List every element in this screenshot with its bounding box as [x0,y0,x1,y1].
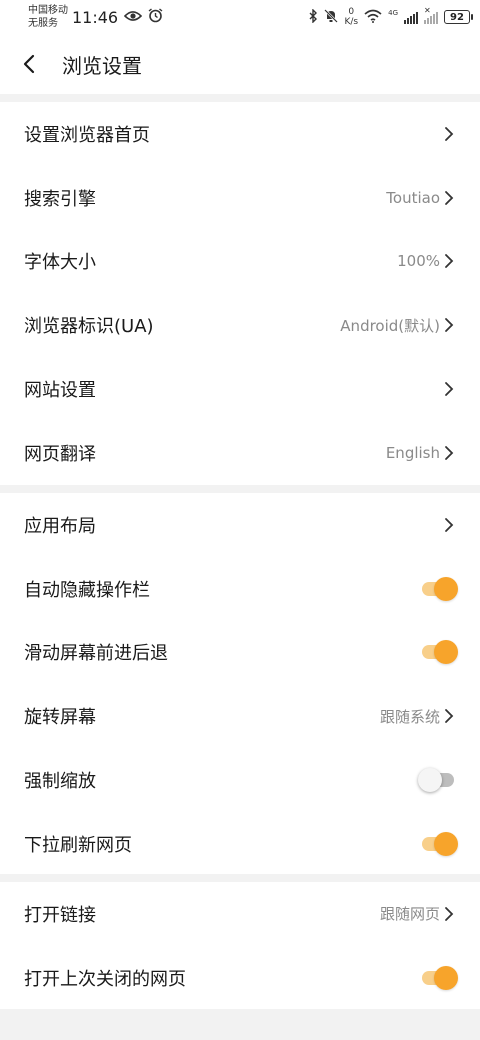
toggle-knob [418,768,442,793]
page-title: 浏览设置 [62,53,142,78]
network-type: 4G [388,9,398,17]
back-arrow-icon [23,54,35,74]
carrier-info: 中国移动 无服务 [28,4,70,30]
back-button[interactable] [2,34,58,94]
chevron-right-icon [444,445,456,461]
setting-row-restore-closed-page[interactable]: 打开上次关闭的网页 [0,946,480,1010]
setting-label: 自动隐藏操作栏 [24,579,150,601]
setting-value: 跟随网页 [379,905,440,924]
net-speed-unit: K/s [344,17,359,27]
setting-row-user-agent[interactable]: 浏览器标识(UA) Android(默认) [0,293,480,357]
signal-no-service-icon: ✕ [424,6,438,24]
setting-row-swipe-navigation[interactable]: 滑动屏幕前进后退 [0,621,480,685]
chevron-right-icon [444,906,456,922]
clock: 11:46 [72,7,119,27]
toggle-knob [434,965,458,990]
chevron-right-icon [444,317,456,333]
battery-icon: 92 [444,10,473,24]
setting-row-translate[interactable]: 网页翻译 English [0,421,480,485]
status-bar: 中国移动 无服务 11:46 0 K/s 4G ✕ 92 [0,0,480,34]
net-speed: 0 K/s [344,7,358,27]
setting-row-search-engine[interactable]: 搜索引擎 Toutiao [0,166,480,230]
app-header: 浏览设置 [0,34,480,94]
net-speed-value: 0 [348,7,355,17]
toggle-knob [434,640,458,665]
setting-label: 打开链接 [24,904,96,926]
chevron-right-icon [444,126,456,142]
toggle-knob [434,831,458,856]
wifi-icon [364,9,382,26]
mute-bell-icon [324,8,339,26]
setting-label: 打开上次关闭的网页 [24,968,186,990]
bluetooth-icon [308,7,318,26]
chevron-right-icon [444,190,456,206]
setting-label: 网页翻译 [24,443,96,465]
settings-section-links: 打开链接 跟随网页 打开上次关闭的网页 [0,882,480,1009]
force-zoom-toggle[interactable] [418,766,458,794]
setting-value: Toutiao [386,188,440,207]
setting-row-font-size[interactable]: 字体大小 100% [0,230,480,294]
setting-label: 应用布局 [24,515,96,537]
setting-value: 100% [397,252,440,271]
eye-icon [123,10,143,25]
setting-row-auto-hide-toolbar[interactable]: 自动隐藏操作栏 [0,557,480,621]
setting-row-app-layout[interactable]: 应用布局 [0,493,480,557]
setting-row-pull-to-refresh[interactable]: 下拉刷新网页 [0,812,480,876]
setting-label: 网站设置 [24,380,96,402]
setting-label: 强制缩放 [24,771,96,793]
setting-label: 字体大小 [24,252,96,274]
setting-row-site-settings[interactable]: 网站设置 [0,357,480,421]
carrier-name: 中国移动 [28,5,68,16]
chevron-right-icon [444,381,456,397]
setting-value: English [385,443,440,462]
restore-closed-page-toggle[interactable] [418,964,458,992]
setting-label: 浏览器标识(UA) [24,316,154,338]
setting-row-open-links[interactable]: 打开链接 跟随网页 [0,882,480,946]
alarm-icon [148,8,163,26]
signal-strength-icon [404,10,418,24]
auto-hide-toolbar-toggle[interactable] [418,575,458,603]
setting-label: 搜索引擎 [24,188,96,210]
swipe-navigation-toggle[interactable] [418,638,458,666]
battery-level: 92 [450,11,464,23]
carrier-status: 无服务 [28,18,58,29]
settings-section-general: 设置浏览器首页 搜索引擎 Toutiao 字体大小 100% 浏览器标识(UA)… [0,102,480,485]
setting-label: 滑动屏幕前进后退 [24,643,168,665]
chevron-right-icon [444,253,456,269]
status-icons: 0 K/s 4G ✕ 92 [308,6,473,27]
setting-label: 下拉刷新网页 [24,834,132,856]
toggle-knob [434,576,458,601]
setting-label: 设置浏览器首页 [24,124,150,146]
setting-value: Android(默认) [340,316,440,335]
setting-row-force-zoom[interactable]: 强制缩放 [0,748,480,812]
setting-value: 跟随系统 [379,707,440,726]
settings-section-layout: 应用布局 自动隐藏操作栏 滑动屏幕前进后退 旋转屏幕 跟随系统 强制缩放 下拉刷… [0,493,480,874]
chevron-right-icon [444,708,456,724]
setting-row-homepage[interactable]: 设置浏览器首页 [0,102,480,166]
setting-row-rotate-screen[interactable]: 旋转屏幕 跟随系统 [0,684,480,748]
pull-to-refresh-toggle[interactable] [418,830,458,858]
setting-label: 旋转屏幕 [24,707,96,729]
chevron-right-icon [444,517,456,533]
